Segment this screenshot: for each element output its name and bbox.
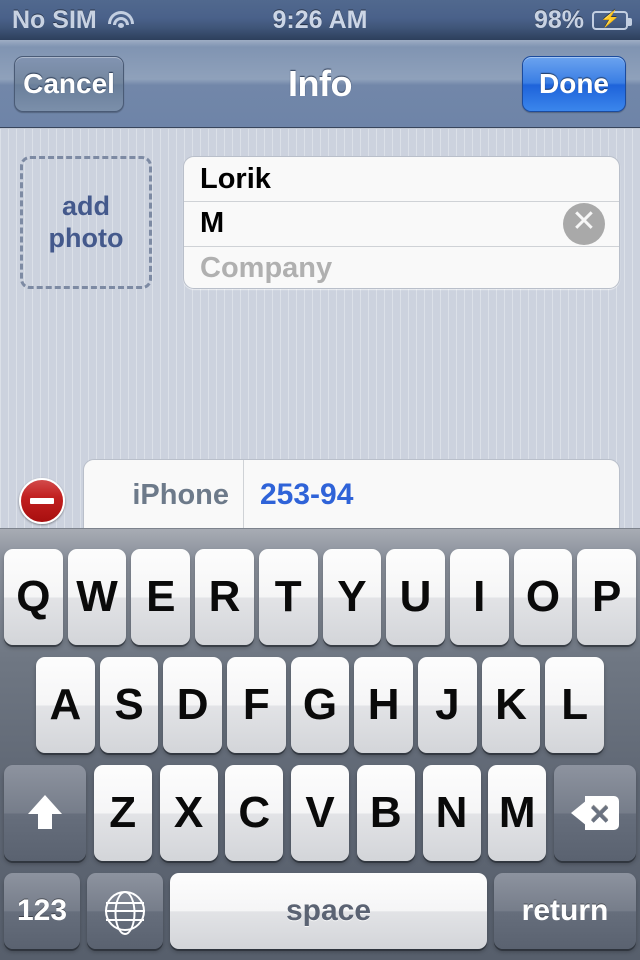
key-d[interactable]: D (163, 657, 223, 753)
company-field[interactable]: Company (184, 245, 619, 288)
shift-arrow-icon[interactable] (4, 765, 86, 861)
key-j[interactable]: J (418, 657, 477, 753)
status-bar: No SIM 9:26 AM 98% ⚡ (0, 0, 640, 40)
key-u[interactable]: U (386, 549, 445, 645)
key-t[interactable]: T (258, 549, 318, 645)
minus-circle-icon[interactable] (19, 478, 65, 524)
numbers-key[interactable]: 123 (4, 873, 80, 949)
last-name-value: M (200, 207, 225, 240)
keyboard-row-4: 123 space return (0, 873, 640, 949)
key-m[interactable]: M (488, 765, 547, 861)
key-l[interactable]: L (545, 657, 605, 753)
key-a[interactable]: A (36, 657, 95, 753)
battery-charging-icon: ⚡ (592, 10, 632, 30)
key-y[interactable]: Y (322, 549, 382, 645)
key-e[interactable]: E (131, 549, 191, 645)
phone-row[interactable]: iPhone 253-94 (83, 459, 620, 528)
backspace-delete-icon[interactable]: ✕ (554, 765, 636, 861)
first-name-value: Lorik (200, 162, 271, 195)
page-title: Info (288, 62, 352, 104)
key-c[interactable]: C (225, 765, 284, 861)
keyboard-row-2: ASDFGHJKL (0, 657, 640, 753)
keyboard-row-1: QWERTYUIOP (0, 549, 640, 645)
key-z[interactable]: Z (93, 765, 152, 861)
key-k[interactable]: K (481, 657, 541, 753)
key-s[interactable]: S (99, 657, 159, 753)
key-x[interactable]: X (159, 765, 218, 861)
key-b[interactable]: B (356, 765, 415, 861)
company-placeholder: Company (200, 251, 333, 284)
navigation-bar: Cancel Info Done (0, 40, 640, 128)
key-f[interactable]: F (227, 657, 286, 753)
wifi-icon (107, 10, 135, 30)
add-photo-label-line2: photo (48, 222, 124, 253)
key-q[interactable]: Q (4, 549, 63, 645)
last-name-field[interactable]: M ✕ (184, 201, 619, 245)
phone-label[interactable]: iPhone (84, 460, 244, 528)
contact-edit-form: add photo Lorik M ✕ Company iPhone 253-9… (0, 129, 640, 528)
phone-number-value[interactable]: 253-94 (244, 478, 353, 512)
key-r[interactable]: R (195, 549, 254, 645)
globe-language-icon[interactable] (87, 873, 163, 949)
key-n[interactable]: N (422, 765, 481, 861)
add-photo-button[interactable]: add photo (20, 156, 152, 289)
key-v[interactable]: V (291, 765, 349, 861)
status-bar-right: 98% ⚡ (533, 5, 632, 35)
done-button[interactable]: Done (522, 56, 626, 112)
battery-percent-label: 98% (533, 5, 584, 34)
key-p[interactable]: P (577, 549, 637, 645)
key-o[interactable]: O (513, 549, 573, 645)
keyboard-row-3: ZXCVBNM ✕ (0, 765, 640, 861)
key-g[interactable]: G (290, 657, 350, 753)
carrier-label: No SIM (12, 5, 97, 34)
status-bar-left: No SIM (12, 6, 135, 35)
clear-x-circle-icon[interactable]: ✕ (563, 202, 605, 245)
cancel-button[interactable]: Cancel (14, 56, 124, 112)
key-h[interactable]: H (354, 657, 414, 753)
onscreen-keyboard: QWERTYUIOP ASDFGHJKL ZXCVBNM ✕ 123 space… (0, 528, 640, 960)
charging-bolt-icon: ⚡ (600, 11, 620, 28)
space-key[interactable]: space (170, 873, 487, 949)
first-name-field[interactable]: Lorik (184, 157, 619, 201)
return-key[interactable]: return (494, 873, 636, 949)
add-photo-label-line1: add (61, 190, 110, 221)
key-w[interactable]: W (67, 549, 127, 645)
key-i[interactable]: I (449, 549, 509, 645)
name-fields-card: Lorik M ✕ Company (183, 156, 620, 289)
